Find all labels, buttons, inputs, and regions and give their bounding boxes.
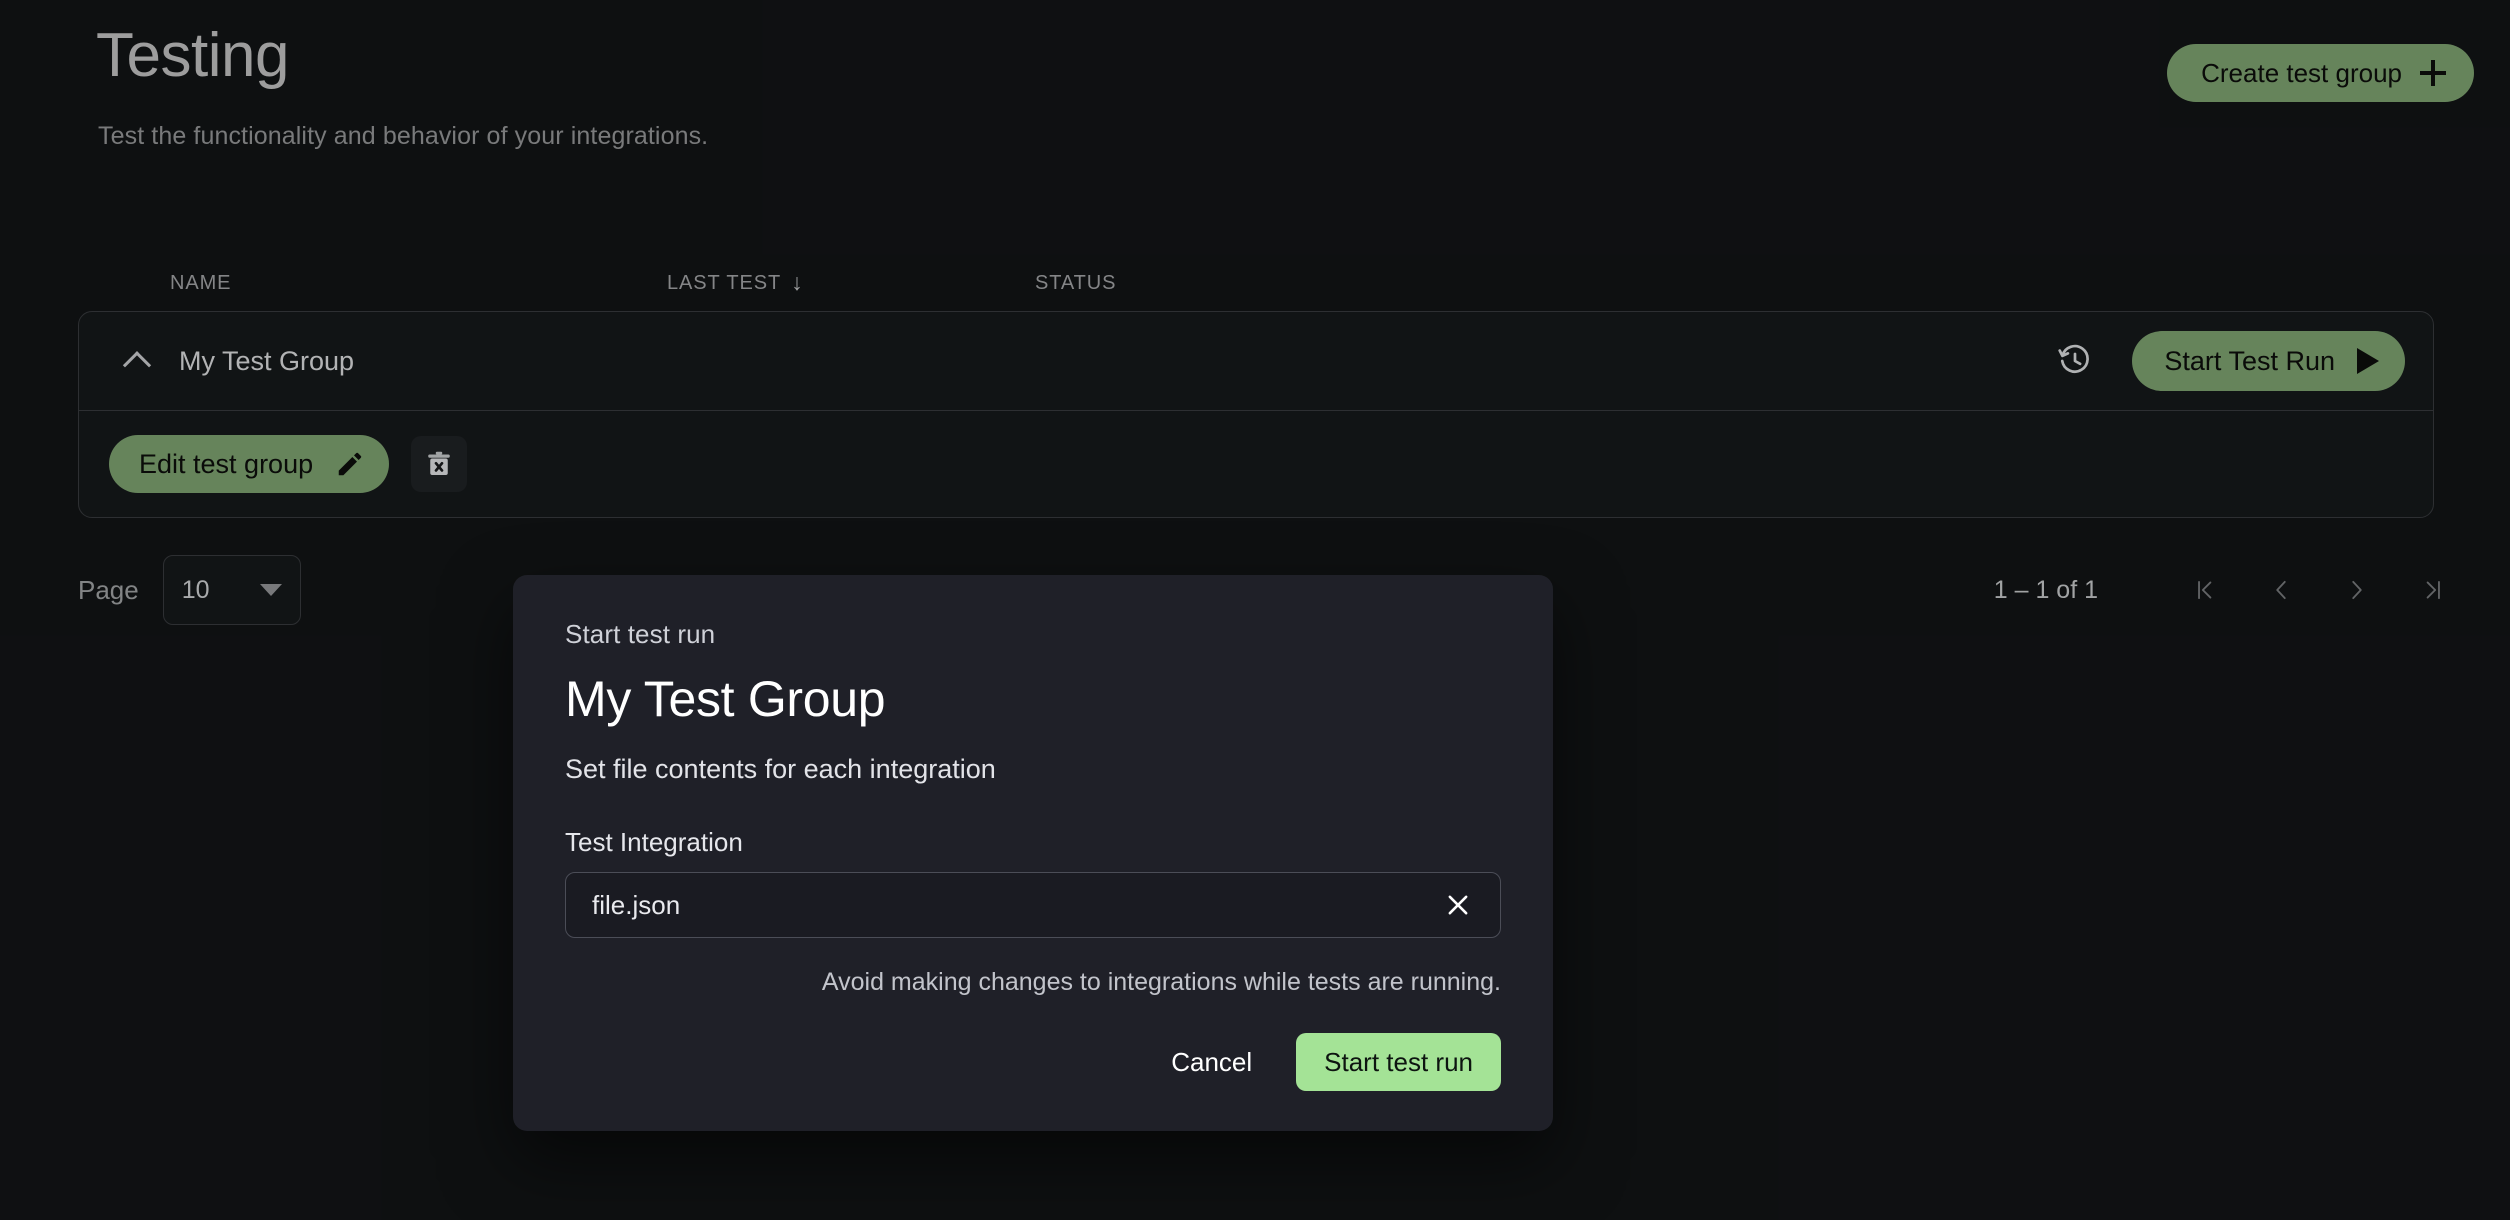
dialog-hint: Avoid making changes to integrations whi… [821,968,1501,996]
start-test-run-dialog: Start test run My Test Group Set file co… [513,575,1553,1131]
test-integration-input[interactable] [592,889,1438,921]
dialog-eyebrow: Start test run [565,619,716,649]
confirm-start-test-run-button[interactable]: Start test run [1296,1033,1501,1091]
dialog-title: My Test Group [565,671,886,727]
dialog-subtitle: Set file contents for each integration [565,754,996,784]
test-integration-field[interactable] [565,872,1501,938]
cancel-button[interactable]: Cancel [1157,1035,1266,1090]
dialog-actions: Cancel Start test run [565,1033,1501,1091]
close-icon [1448,895,1468,915]
clear-input-button[interactable] [1438,885,1478,925]
test-integration-label: Test Integration [565,827,743,857]
app-root: Testing Test the functionality and behav… [0,0,2510,1220]
